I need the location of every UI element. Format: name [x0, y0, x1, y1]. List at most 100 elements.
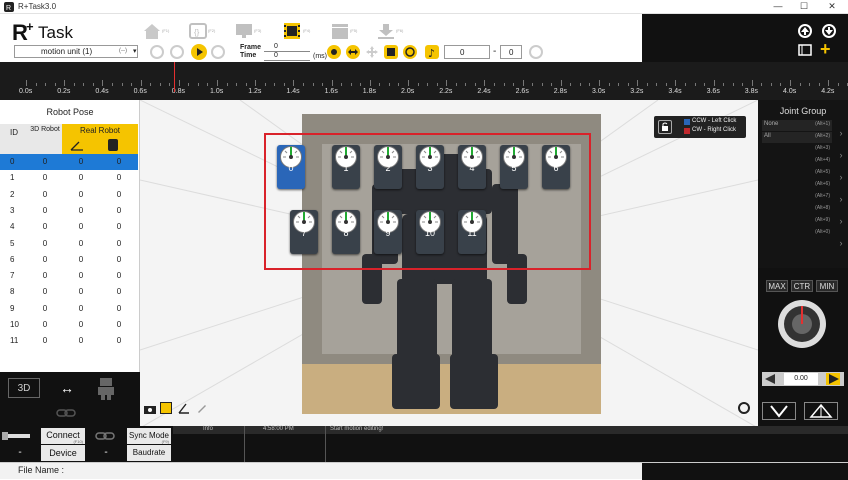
servo-0[interactable]: 0	[277, 145, 305, 189]
servo-7[interactable]: 7	[290, 210, 318, 254]
cube-3d-icon[interactable]	[160, 402, 172, 414]
mode-3d-button[interactable]: 3D	[8, 378, 40, 398]
ctr-button[interactable]: CTR	[791, 280, 813, 292]
robot-viewport[interactable]: 0 1 2 3 4 5 6 7 8 9 10 11 CCW - Left Click CW - Rig…	[140, 100, 758, 428]
joint-group-item[interactable]: (Alt+8)	[762, 204, 832, 215]
gear-icon[interactable]	[327, 45, 341, 59]
joint-group-arrow-icon[interactable]: ›	[836, 194, 846, 208]
camera-icon[interactable]	[144, 404, 156, 414]
pose-row[interactable]: 3 0 0 0	[0, 203, 138, 219]
face-icon[interactable]	[403, 45, 417, 59]
play-button[interactable]	[191, 44, 207, 60]
sync-mode-button[interactable]: Sync Mode (F9)	[127, 428, 171, 444]
joint-group-item[interactable]: (Alt+5)	[762, 168, 832, 179]
angle-value-input[interactable]: 0.00	[784, 373, 818, 385]
decrease-angle-icon[interactable]	[764, 373, 776, 385]
servo-11[interactable]: 11	[458, 210, 486, 254]
servo-2[interactable]: 2	[374, 145, 402, 189]
pose-row[interactable]: 0 0 0 0	[0, 154, 138, 170]
servo-9[interactable]: 9	[374, 210, 402, 254]
connect-button[interactable]: Connect (F10)	[41, 428, 85, 444]
lock-icon[interactable]	[658, 120, 672, 134]
redo-icon[interactable]	[170, 45, 184, 59]
pose-row[interactable]: 2000	[0, 187, 138, 203]
playhead[interactable]	[174, 62, 175, 92]
angle-tool-icon[interactable]	[178, 402, 190, 414]
joint-group-arrow-icon[interactable]: ›	[836, 238, 846, 252]
music-play-icon[interactable]	[529, 45, 543, 59]
servo-4[interactable]: 4	[458, 145, 486, 189]
timeline[interactable]: 0.0s 0.2s 0.4s 0.6s 0.8s 1.0s 1.2s 1.4s 1.6s 1.8s…	[0, 62, 848, 100]
film-add-icon[interactable]	[798, 44, 812, 56]
clapper-icon[interactable]	[330, 22, 350, 40]
joint-group-item[interactable]: (Alt+3)	[762, 144, 832, 155]
joint-group-item[interactable]: (Alt+0)	[762, 228, 832, 239]
music-note-icon[interactable]: ♪	[425, 45, 439, 59]
pose-row[interactable]: 8 0 0 0	[0, 284, 138, 300]
pose-row[interactable]: 4 0 0 0	[0, 219, 138, 235]
move-icon[interactable]	[365, 45, 379, 59]
monitor-icon[interactable]	[234, 22, 254, 40]
min-button[interactable]: MIN	[816, 280, 838, 292]
add-icon[interactable]: +	[820, 40, 836, 58]
stop-icon[interactable]	[211, 45, 225, 59]
timeline-minor-tick	[169, 83, 171, 86]
download-icon[interactable]	[376, 22, 396, 40]
pose-row[interactable]: 7 0 0 0	[0, 268, 138, 284]
joint-group-arrow-icon[interactable]: ›	[836, 128, 846, 142]
joint-group-arrow-icon[interactable]: ›	[836, 172, 846, 186]
music-start-input[interactable]: 0	[444, 45, 490, 59]
undo-icon[interactable]	[150, 45, 164, 59]
joint-group-arrow-icon[interactable]: ›	[836, 150, 846, 164]
motion-unit-select[interactable]: motion unit (1) (--) ▾	[14, 45, 138, 58]
joint-group-item[interactable]: (Alt+7)	[762, 192, 832, 203]
link-icon[interactable]	[56, 406, 76, 420]
joint-group-item[interactable]: (Alt+6)	[762, 180, 832, 191]
joint-group-item[interactable]: None (Alt+1)	[762, 120, 832, 131]
upload-icon[interactable]	[798, 24, 812, 38]
baudrate-button[interactable]: Baudrate	[127, 445, 171, 461]
motion-film-icon[interactable]	[282, 21, 302, 41]
motion-file-icon[interactable]: {}	[188, 22, 208, 40]
servo-6[interactable]: 6	[542, 145, 570, 189]
pose-row[interactable]: 11 0 0 0	[0, 333, 138, 349]
pen-icon[interactable]	[196, 402, 208, 414]
joint-group-item[interactable]: (Alt+9)	[762, 216, 832, 227]
device-button[interactable]: Device	[41, 445, 85, 461]
pose-row[interactable]: 6 0 0 0	[0, 252, 138, 268]
symmetry-icon[interactable]	[804, 402, 838, 420]
image-icon[interactable]	[384, 45, 398, 59]
pose-row[interactable]: 5 0 0 0	[0, 236, 138, 252]
pose-row[interactable]: 1 0 0 0	[0, 170, 138, 186]
joint-group-item[interactable]: All (Alt+2)	[762, 132, 832, 143]
joint-group-item[interactable]: (Alt+4)	[762, 156, 832, 167]
frame-input[interactable]: 0	[264, 43, 310, 52]
pose-row[interactable]: 9 0 0 0	[0, 301, 138, 317]
maximize-icon[interactable]: ☐	[794, 1, 814, 12]
sync-link-icon[interactable]	[86, 428, 126, 444]
mirror-pose-icon[interactable]	[762, 402, 796, 420]
pose-row[interactable]: 10 0 0 0	[0, 317, 138, 333]
joint-group-arrow-icon[interactable]: ›	[836, 216, 846, 230]
angle-dial[interactable]	[776, 298, 828, 350]
minimize-icon[interactable]: —	[768, 1, 788, 11]
servo-3[interactable]: 3	[416, 145, 444, 189]
home-icon[interactable]	[142, 22, 162, 40]
arrows-horizontal-icon[interactable]	[346, 45, 360, 59]
max-button[interactable]: MAX	[766, 280, 788, 292]
increase-angle-icon[interactable]	[826, 373, 840, 385]
music-end-input[interactable]: 0	[500, 45, 522, 59]
servo-1[interactable]: 1	[332, 145, 360, 189]
close-icon[interactable]: ✕	[822, 1, 842, 12]
servo-10[interactable]: 10	[416, 210, 444, 254]
time-input[interactable]: 0	[264, 52, 310, 61]
real-robot-icon[interactable]	[94, 376, 118, 400]
rotate-view-icon[interactable]	[738, 402, 750, 414]
torque-icon[interactable]	[108, 139, 118, 151]
usb-icon[interactable]	[0, 428, 40, 444]
download-circle-icon[interactable]	[822, 24, 836, 38]
sync-arrows-icon[interactable]: ↔	[52, 381, 82, 395]
servo-5[interactable]: 5	[500, 145, 528, 189]
servo-8[interactable]: 8	[332, 210, 360, 254]
angle-icon[interactable]	[70, 139, 84, 151]
